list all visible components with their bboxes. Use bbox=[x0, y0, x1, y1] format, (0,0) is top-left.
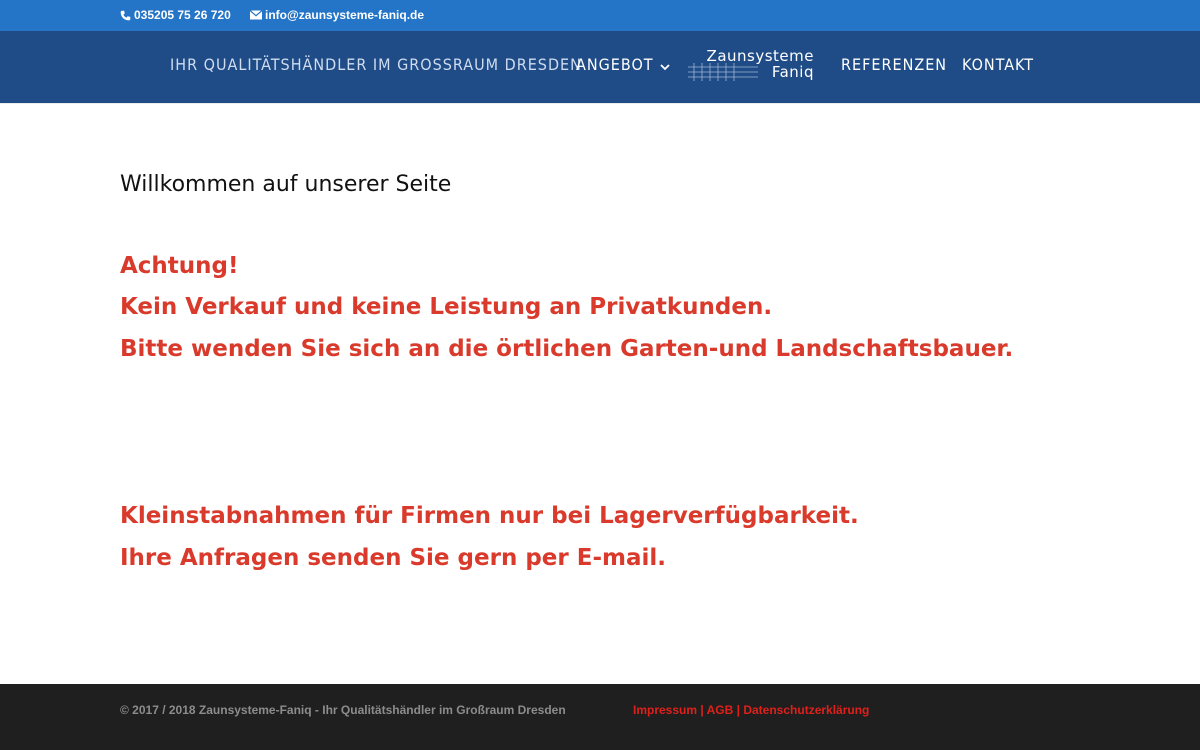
email-address: info@zaunsysteme-faniq.de bbox=[265, 8, 425, 22]
warning-heading: Achtung! bbox=[120, 253, 239, 279]
email-contact[interactable]: info@zaunsysteme-faniq.de bbox=[250, 8, 424, 22]
nav-item-referenzen[interactable]: REFERENZEN bbox=[841, 55, 947, 74]
logo-text-secondary: Faniq bbox=[771, 63, 814, 81]
nav-angebot-label: ANGEBOT bbox=[576, 55, 654, 74]
top-bar: 035205 75 26 720 info@zaunsysteme-faniq.… bbox=[0, 0, 1200, 31]
phone-number: 035205 75 26 720 bbox=[134, 8, 231, 22]
chevron-down-icon bbox=[659, 56, 670, 75]
envelope-icon bbox=[250, 10, 262, 20]
datenschutz-link[interactable]: Datenschutzerklärung bbox=[743, 703, 869, 717]
warning-contact-landscapers: Bitte wenden Sie sich an die örtlichen G… bbox=[120, 336, 1014, 362]
page-title: Willkommen auf unserer Seite bbox=[120, 172, 452, 197]
phone-contact[interactable]: 035205 75 26 720 bbox=[120, 8, 231, 22]
footer-copyright: © 2017 / 2018 Zaunsysteme-Faniq - Ihr Qu… bbox=[120, 703, 566, 717]
agb-link[interactable]: AGB bbox=[707, 703, 734, 717]
site-logo[interactable]: Zaunsysteme Faniq bbox=[688, 47, 816, 85]
notice-small-orders: Kleinstabnahmen für Firmen nur bei Lager… bbox=[120, 503, 859, 529]
phone-icon bbox=[120, 10, 131, 20]
footer-separator: | bbox=[736, 703, 740, 717]
footer-links: Impressum | AGB | Datenschutzerklärung bbox=[633, 703, 869, 717]
impressum-link[interactable]: Impressum bbox=[633, 703, 697, 717]
main-navigation: IHR QUALITÄTSHÄNDLER IM GROSSRAUM DRESDE… bbox=[0, 31, 1200, 103]
nav-item-angebot[interactable]: ANGEBOT bbox=[576, 55, 670, 75]
nav-tagline[interactable]: IHR QUALITÄTSHÄNDLER IM GROSSRAUM DRESDE… bbox=[170, 55, 582, 74]
nav-item-kontakt[interactable]: KONTAKT bbox=[962, 55, 1034, 74]
footer-separator: | bbox=[700, 703, 704, 717]
warning-no-private: Kein Verkauf und keine Leistung an Priva… bbox=[120, 294, 773, 320]
site-footer: © 2017 / 2018 Zaunsysteme-Faniq - Ihr Qu… bbox=[0, 684, 1200, 750]
notice-email-requests: Ihre Anfragen senden Sie gern per E-mail… bbox=[120, 545, 666, 571]
